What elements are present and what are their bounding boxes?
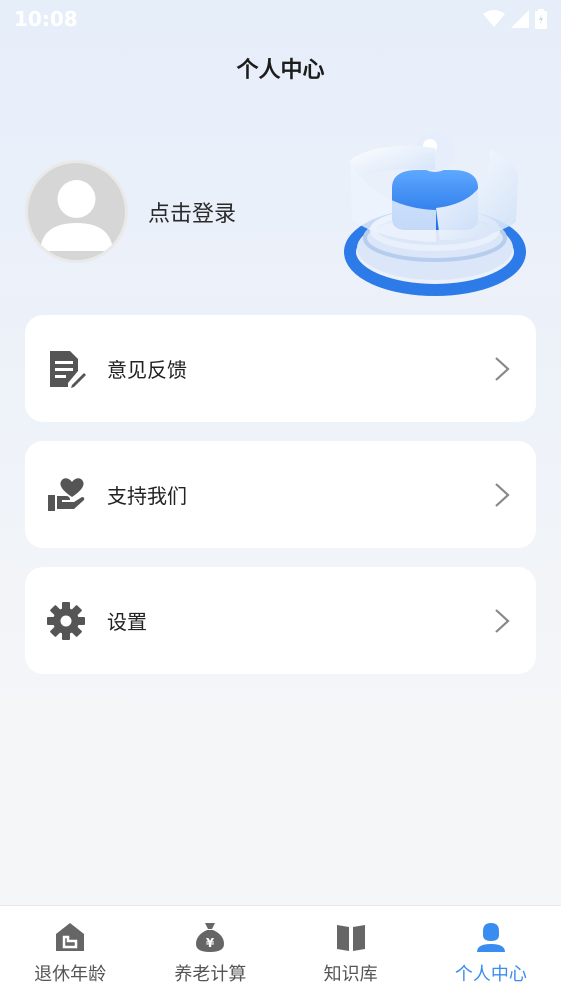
person-icon [474, 920, 508, 954]
bottom-tab-bar: 退休年龄 ¥ 养老计算 知识库 个人中心 [0, 905, 561, 999]
menu-item-label: 设置 [107, 610, 147, 634]
default-avatar-icon [40, 180, 113, 251]
chevron-right-icon [492, 481, 512, 509]
gear-icon [45, 600, 87, 642]
profile-section[interactable]: 点击登录 [25, 160, 236, 263]
tab-pension-calc[interactable]: ¥ 养老计算 [140, 906, 280, 999]
menu-item-label: 意见反馈 [107, 358, 187, 382]
chevron-right-icon [492, 607, 512, 635]
page-title: 个人中心 [236, 58, 325, 83]
avatar[interactable] [25, 160, 128, 263]
tab-label: 知识库 [323, 964, 378, 985]
status-time: 10:08 [14, 7, 78, 31]
home-icon [53, 920, 87, 954]
feedback-doc-icon [45, 348, 87, 390]
tab-label: 退休年龄 [34, 964, 107, 985]
menu-item-feedback[interactable]: 意见反馈 [25, 315, 536, 422]
login-link[interactable]: 点击登录 [148, 196, 236, 228]
chevron-right-icon [492, 355, 512, 383]
tab-retirement-age[interactable]: 退休年龄 [0, 906, 140, 999]
tab-knowledge-base[interactable]: 知识库 [281, 906, 421, 999]
signal-icon [511, 10, 529, 28]
money-bag-icon: ¥ [193, 920, 227, 954]
hero-illustration [344, 132, 526, 296]
menu-item-support[interactable]: 支持我们 [25, 441, 536, 548]
status-bar: 10:08 [0, 0, 561, 38]
menu-item-settings[interactable]: 设置 [25, 567, 536, 674]
wifi-icon [483, 10, 505, 27]
heart-hand-icon [45, 474, 87, 516]
battery-icon [535, 9, 547, 29]
tab-label: 养老计算 [174, 964, 247, 985]
status-icons [483, 9, 547, 29]
book-icon [334, 920, 368, 954]
tab-label: 个人中心 [454, 964, 527, 985]
menu-item-label: 支持我们 [107, 484, 187, 508]
tab-profile[interactable]: 个人中心 [421, 906, 561, 999]
svg-text:¥: ¥ [206, 936, 215, 950]
